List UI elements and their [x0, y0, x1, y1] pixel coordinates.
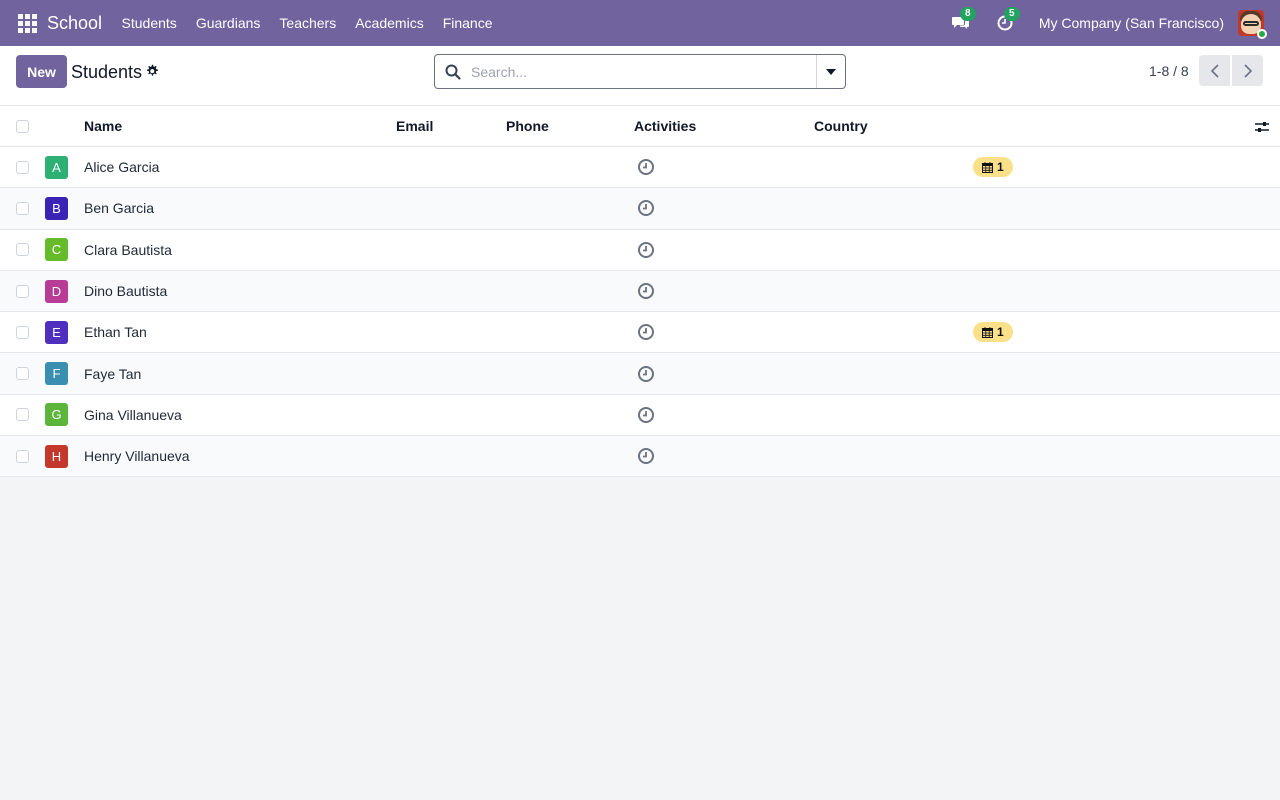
student-avatar: D [45, 279, 68, 303]
control-panel: New Students 1-8 / 8 [0, 46, 1280, 106]
menu-item-teachers[interactable]: Teachers [270, 0, 346, 46]
column-header-country[interactable]: Country [814, 106, 868, 146]
systray: 8 5 My Company (San Francisco) [950, 0, 1280, 46]
activity-clock-icon[interactable] [637, 323, 655, 341]
row-checkbox[interactable] [16, 243, 29, 257]
table-row[interactable]: H Henry Villanueva [0, 436, 1280, 478]
column-header-phone[interactable]: Phone [506, 106, 549, 146]
student-name: Clara Bautista [84, 241, 172, 258]
student-avatar: B [45, 196, 68, 220]
students-list: Name Email Phone Activities Country A Ali… [0, 106, 1280, 478]
table-row[interactable]: D Dino Bautista [0, 270, 1280, 313]
optional-columns-toggle-icon[interactable] [1255, 120, 1269, 134]
table-row[interactable]: G Gina Villanueva [0, 394, 1280, 437]
row-checkbox[interactable] [16, 201, 29, 215]
activity-clock-icon[interactable] [637, 447, 655, 465]
calendar-badge[interactable]: 1 [973, 157, 1013, 178]
column-header-name[interactable]: Name [84, 106, 122, 146]
online-status-icon [1257, 29, 1267, 39]
student-name: Alice Garcia [84, 159, 160, 176]
menu-item-guardians[interactable]: Guardians [186, 0, 270, 46]
pager-next-button[interactable] [1232, 55, 1263, 86]
top-navbar: School Students Guardians Teachers Acade… [0, 0, 1280, 46]
student-avatar: A [45, 155, 68, 179]
student-avatar: C [45, 238, 68, 262]
activity-clock-icon[interactable] [637, 199, 655, 217]
activity-clock-icon[interactable] [637, 365, 655, 383]
student-name: Gina Villanueva [84, 406, 182, 423]
activity-clock-icon[interactable] [637, 158, 655, 176]
row-checkbox[interactable] [16, 325, 29, 339]
student-avatar: H [45, 444, 68, 468]
menu-item-students[interactable]: Students [112, 0, 186, 46]
student-name: Faye Tan [84, 365, 142, 382]
menu-item-academics[interactable]: Academics [346, 0, 433, 46]
table-row[interactable]: C Clara Bautista [0, 229, 1280, 271]
search-bar [434, 54, 846, 89]
table-row[interactable]: E Ethan Tan 1 [0, 312, 1280, 354]
column-header-email[interactable]: Email [396, 106, 433, 146]
list-body: A Alice Garcia 1 B Ben Garcia C Clara Bautista… [0, 147, 1280, 478]
table-row[interactable]: F Faye Tan [0, 353, 1280, 395]
new-button[interactable]: New [16, 55, 67, 88]
column-header-activities[interactable]: Activities [634, 106, 696, 146]
messages-count-badge: 8 [959, 7, 976, 21]
select-all-checkbox[interactable] [16, 119, 29, 133]
chevron-left-icon [1210, 63, 1219, 78]
table-row[interactable]: A Alice Garcia 1 [0, 147, 1280, 189]
student-avatar: F [45, 362, 68, 386]
student-name: Ethan Tan [84, 324, 147, 341]
main-menu: Students Guardians Teachers Academics Fi… [112, 0, 502, 46]
list-header: Name Email Phone Activities Country [0, 106, 1280, 147]
student-avatar: G [45, 403, 68, 427]
pager-previous-button[interactable] [1199, 55, 1230, 86]
activities-count-badge: 5 [1003, 7, 1020, 21]
table-row[interactable]: B Ben Garcia [0, 188, 1280, 230]
row-checkbox[interactable] [16, 284, 29, 298]
menu-item-finance[interactable]: Finance [433, 0, 502, 46]
row-checkbox[interactable] [16, 449, 29, 463]
row-checkbox[interactable] [16, 367, 29, 381]
app-menu-icon[interactable] [15, 11, 39, 35]
user-avatar[interactable] [1238, 10, 1267, 39]
search-options-toggle[interactable] [816, 55, 845, 88]
company-switcher[interactable]: My Company (San Francisco) [1039, 15, 1224, 31]
calendar-icon [982, 326, 993, 338]
calendar-badge-count: 1 [997, 325, 1004, 340]
calendar-icon [982, 161, 993, 173]
search-input[interactable] [471, 63, 801, 80]
messages-systray[interactable]: 8 [950, 7, 976, 34]
activity-clock-icon[interactable] [637, 241, 655, 259]
calendar-badge-count: 1 [997, 160, 1004, 175]
row-checkbox[interactable] [16, 160, 29, 174]
chevron-right-icon [1243, 63, 1252, 78]
student-name: Henry Villanueva [84, 448, 190, 465]
row-checkbox[interactable] [16, 408, 29, 422]
activities-systray[interactable]: 5 [994, 7, 1020, 34]
gear-icon[interactable] [145, 64, 159, 78]
pager-value[interactable]: 1-8 / 8 [1149, 63, 1189, 79]
app-brand[interactable]: School [47, 13, 102, 34]
page-title: Students [71, 62, 143, 82]
activity-clock-icon[interactable] [637, 282, 655, 300]
student-name: Dino Bautista [84, 283, 168, 300]
student-avatar: E [45, 320, 68, 344]
calendar-badge[interactable]: 1 [973, 322, 1013, 343]
student-name: Ben Garcia [84, 200, 155, 217]
caret-down-icon [826, 68, 836, 75]
activity-clock-icon[interactable] [637, 406, 655, 424]
search-icon [445, 64, 461, 80]
